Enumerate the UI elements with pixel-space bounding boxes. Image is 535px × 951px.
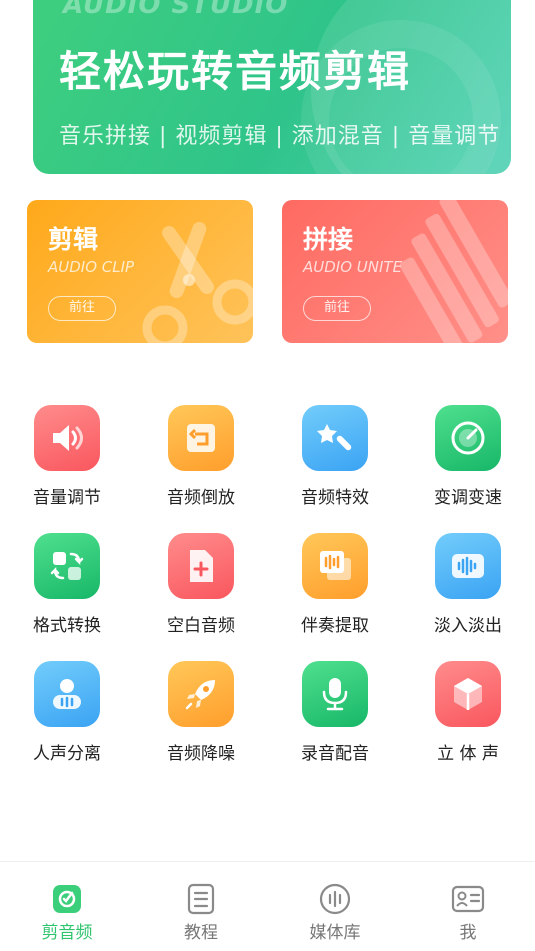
tool-label: 音频降噪 bbox=[167, 744, 235, 764]
tab-tutorial[interactable]: 教程 bbox=[151, 882, 251, 943]
tool-label: 音频特效 bbox=[301, 488, 369, 508]
tool-reverse[interactable]: 音频倒放 bbox=[151, 405, 251, 508]
voice-separate-icon bbox=[34, 661, 100, 727]
tool-convert[interactable]: 格式转换 bbox=[17, 533, 117, 636]
card-title: 拼接 bbox=[303, 225, 354, 254]
volume-icon bbox=[34, 405, 100, 471]
reverse-icon bbox=[168, 405, 234, 471]
tool-blank[interactable]: 空白音频 bbox=[151, 533, 251, 636]
tool-label: 伴奏提取 bbox=[301, 616, 369, 636]
tool-label: 人声分离 bbox=[33, 744, 101, 764]
fade-icon bbox=[435, 533, 501, 599]
card-title: 剪辑 bbox=[48, 225, 99, 254]
tool-label: 淡入淡出 bbox=[434, 616, 502, 636]
blank-file-icon bbox=[168, 533, 234, 599]
speedometer-icon bbox=[435, 405, 501, 471]
tool-label: 音量调节 bbox=[33, 488, 101, 508]
banner-title: 轻松玩转音频剪辑 bbox=[59, 47, 412, 96]
cube-icon bbox=[435, 661, 501, 727]
unite-go-button[interactable]: 前往 bbox=[303, 296, 371, 321]
microphone-icon bbox=[302, 661, 368, 727]
hero-banner[interactable]: AUDIO STUDIO 轻松玩转音频剪辑 音乐拼接 | 视频剪辑 | 添加混音… bbox=[33, 0, 511, 174]
tool-extract[interactable]: 伴奏提取 bbox=[285, 533, 385, 636]
tool-label: 空白音频 bbox=[167, 616, 235, 636]
tab-label: 媒体库 bbox=[309, 923, 361, 943]
tab-clip-audio[interactable]: 剪音频 bbox=[17, 882, 117, 943]
tool-label: 立 体 声 bbox=[437, 744, 499, 764]
tool-label: 格式转换 bbox=[33, 616, 101, 636]
tool-fade[interactable]: 淡入淡出 bbox=[418, 533, 518, 636]
tool-volume[interactable]: 音量调节 bbox=[17, 405, 117, 508]
tool-stereo[interactable]: 立 体 声 bbox=[418, 661, 518, 764]
card-subtitle: AUDIO UNITE bbox=[303, 258, 403, 276]
tab-label: 我 bbox=[459, 923, 477, 943]
tutorial-tab-icon bbox=[184, 882, 218, 916]
bottom-tab-bar: 剪音频 教程 媒体库 我 bbox=[0, 861, 535, 951]
tab-label: 教程 bbox=[184, 923, 218, 943]
card-subtitle: AUDIO CLIP bbox=[48, 258, 135, 276]
clip-go-button[interactable]: 前往 bbox=[48, 296, 116, 321]
convert-icon bbox=[34, 533, 100, 599]
audio-unite-card[interactable]: 拼接 AUDIO UNITE 前往 bbox=[282, 200, 508, 343]
tab-profile[interactable]: 我 bbox=[418, 882, 518, 943]
extract-icon bbox=[302, 533, 368, 599]
tool-label: 变调变速 bbox=[434, 488, 502, 508]
media-library-tab-icon bbox=[318, 882, 352, 916]
tool-label: 音频倒放 bbox=[167, 488, 235, 508]
tool-voice-separate[interactable]: 人声分离 bbox=[17, 661, 117, 764]
magic-wand-icon bbox=[302, 405, 368, 471]
clip-tab-icon bbox=[50, 882, 84, 916]
banner-brand: AUDIO STUDIO bbox=[63, 0, 289, 20]
banner-subtitle: 音乐拼接 | 视频剪辑 | 添加混音 | 音量调节 bbox=[59, 124, 501, 149]
rocket-icon bbox=[168, 661, 234, 727]
tool-denoise[interactable]: 音频降噪 bbox=[151, 661, 251, 764]
tool-label: 录音配音 bbox=[301, 744, 369, 764]
tool-record[interactable]: 录音配音 bbox=[285, 661, 385, 764]
tool-speed[interactable]: 变调变速 bbox=[418, 405, 518, 508]
tab-media-library[interactable]: 媒体库 bbox=[285, 882, 385, 943]
scissors-icon bbox=[142, 221, 253, 343]
tab-label: 剪音频 bbox=[41, 923, 93, 943]
audio-clip-card[interactable]: 剪辑 AUDIO CLIP 前往 bbox=[27, 200, 253, 343]
tool-effects[interactable]: 音频特效 bbox=[285, 405, 385, 508]
profile-tab-icon bbox=[451, 882, 485, 916]
stripes-icon bbox=[399, 200, 508, 343]
